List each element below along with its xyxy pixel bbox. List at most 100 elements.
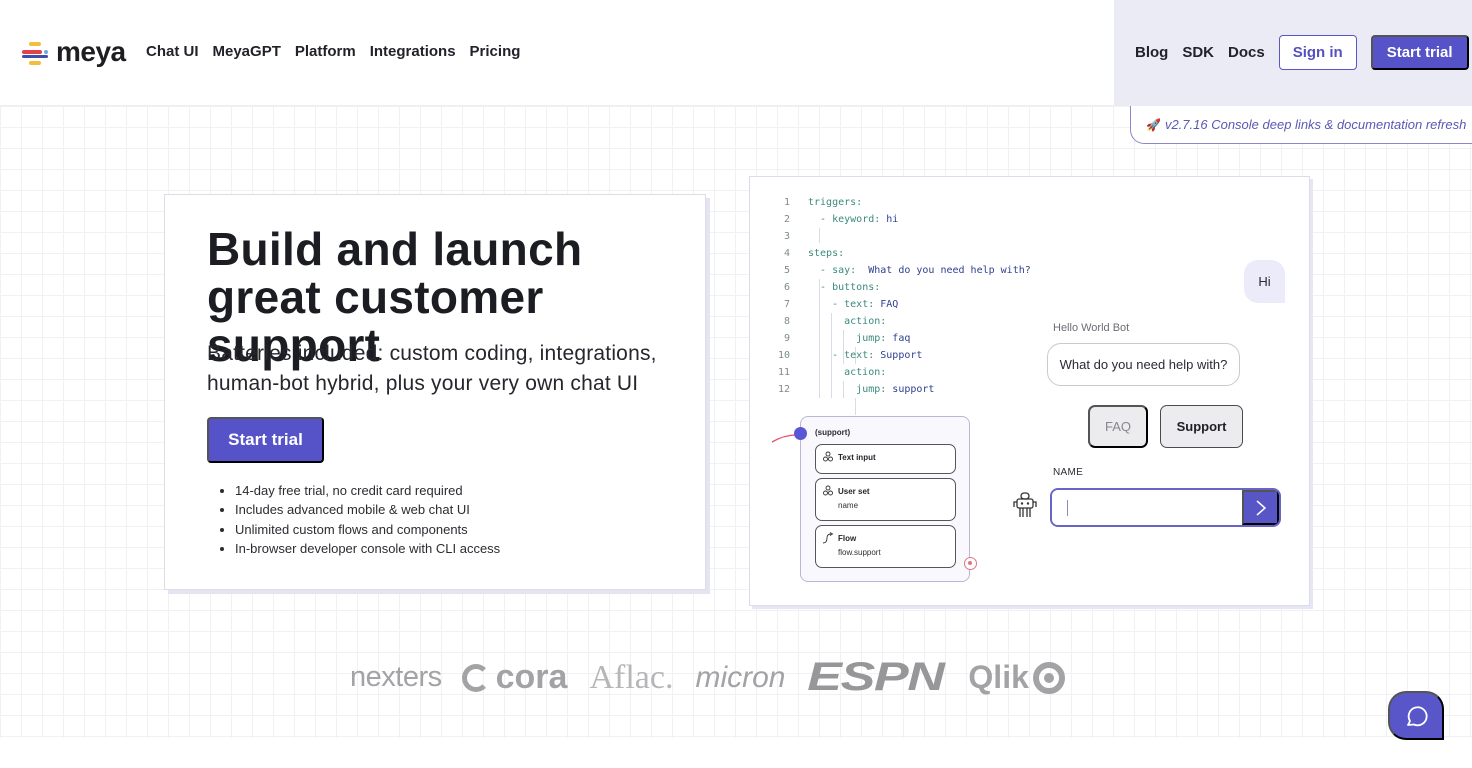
flow-node-text-input[interactable]: Text input [815, 444, 956, 474]
code-key: jump: [856, 384, 887, 395]
feature-item: 14-day free trial, no credit card requir… [235, 481, 500, 500]
bot-message-bubble: What do you need help with? [1047, 343, 1240, 386]
code-line: 5 - say: What do you need help with? [774, 262, 1031, 279]
flow-node-title: User set [838, 487, 870, 496]
rocket-icon: 🚀 [1146, 117, 1161, 132]
hero-subtitle: Batteries included: custom coding, integ… [207, 342, 657, 395]
nav-integrations[interactable]: Integrations [370, 42, 456, 62]
name-field-label: NAME [1053, 467, 1084, 478]
component-icon [823, 451, 833, 462]
flow-node-flow[interactable]: Flow flow.support [815, 525, 956, 568]
nav-chat-ui[interactable]: Chat UI [146, 42, 199, 62]
flow-node-title: Flow [838, 534, 857, 543]
site-header: meya Chat UI MeyaGPT Platform Integratio… [0, 0, 1472, 106]
product-demo-panel: 1 triggers: 2 - keyword: hi 3 4 steps: 5 - say… [749, 176, 1310, 606]
feature-item: In-browser developer console with CLI ac… [235, 539, 500, 558]
line-number: 12 [777, 384, 790, 395]
release-text: v2.7.16 Console deep links & documentati… [1164, 117, 1467, 132]
sign-in-button[interactable]: Sign in [1278, 35, 1357, 70]
logo-micron: micron [695, 660, 786, 694]
line-number: 2 [783, 214, 790, 225]
code-value: support [886, 384, 935, 395]
flow-title: (support) [815, 428, 851, 437]
code-key: - say: [820, 265, 857, 276]
code-line: 2 - keyword: hi [774, 211, 1031, 228]
line-number: 3 [783, 231, 790, 242]
logo-cora: cora [461, 658, 568, 697]
feature-item: Includes advanced mobile & web chat UI [235, 500, 500, 519]
logo-espn: ESPN [807, 655, 946, 699]
code-value: Support [874, 350, 923, 361]
code-line: 9 jump: faq [774, 330, 1031, 347]
flow-node-subtitle: name [838, 501, 859, 510]
name-input-group [1050, 488, 1281, 527]
flow-node-subtitle: flow.support [838, 548, 881, 557]
robot-avatar-icon [1013, 492, 1037, 517]
quick-reply-support[interactable]: Support [1160, 405, 1243, 448]
code-key: action: [844, 367, 887, 378]
code-key: - keyword: [820, 214, 881, 225]
code-key: jump: [856, 333, 887, 344]
code-line: 6 - buttons: [774, 279, 1031, 296]
hero-card: Build and launch great customer support … [164, 194, 706, 590]
code-line: 11 action: [774, 364, 1031, 381]
code-key: action: [844, 316, 887, 327]
code-value: What do you need help with? [856, 265, 1031, 276]
customer-logos: nexters cora Aflac. micron ESPN Qlik [350, 655, 1087, 700]
code-editor: 1 triggers: 2 - keyword: hi 3 4 steps: 5 - say… [774, 194, 1031, 415]
logo-cora-text: cora [495, 658, 568, 696]
nav-docs[interactable]: Docs [1228, 43, 1265, 63]
flow-node-user-set[interactable]: User set name [815, 478, 956, 521]
code-line: 10 - text: Support [774, 347, 1031, 364]
feature-item: Unlimited custom flows and components [235, 520, 500, 539]
release-banner[interactable]: 🚀 v2.7.16 Console deep links & documenta… [1130, 106, 1472, 144]
code-key: - text: [832, 350, 875, 361]
nav-sdk[interactable]: SDK [1182, 43, 1214, 63]
line-number: 4 [783, 248, 790, 259]
code-line: 7 - text: FAQ [774, 296, 1031, 313]
line-number: 7 [783, 299, 790, 310]
logo-qlik-text: Qlik [968, 659, 1029, 695]
flow-diagram[interactable]: (support) Text input User set name Flow … [794, 416, 977, 582]
line-number: 1 [783, 197, 790, 208]
flow-icon [822, 532, 834, 544]
secondary-nav: Blog SDK Docs Sign in Start trial [1135, 35, 1469, 70]
flow-node-title: Text input [838, 453, 876, 462]
send-button[interactable] [1242, 490, 1279, 525]
name-input[interactable] [1052, 490, 1242, 525]
nav-pricing[interactable]: Pricing [470, 42, 521, 62]
line-number: 5 [783, 265, 790, 276]
code-key: - text: [832, 299, 875, 310]
code-line: 12 jump: support [774, 381, 1031, 398]
brand-name: meya [56, 36, 126, 67]
quick-reply-faq[interactable]: FAQ [1088, 405, 1148, 448]
nav-blog[interactable]: Blog [1135, 43, 1168, 63]
nav-meyagpt[interactable]: MeyaGPT [213, 42, 281, 62]
line-number: 9 [783, 333, 790, 344]
flow-entry-point[interactable] [794, 427, 807, 440]
code-key: - buttons: [820, 282, 881, 293]
chevron-right-icon [1256, 499, 1266, 516]
qlik-mark-icon [1032, 661, 1065, 694]
nav-platform[interactable]: Platform [295, 42, 356, 62]
hero-start-trial-button[interactable]: Start trial [207, 417, 324, 463]
flow-exit-point[interactable] [964, 557, 977, 570]
line-number: 10 [777, 350, 790, 361]
code-line: 8 action: [774, 313, 1031, 330]
header-start-trial-button[interactable]: Start trial [1370, 35, 1469, 70]
brand-logo[interactable]: meya [22, 38, 126, 66]
cora-mark-icon [461, 663, 490, 692]
chat-launcher-button[interactable] [1388, 691, 1444, 740]
text-caret [1067, 500, 1068, 516]
code-line: 4 steps: [774, 245, 1031, 262]
bot-name-label: Hello World Bot [1053, 322, 1130, 334]
primary-nav: Chat UI MeyaGPT Platform Integrations Pr… [146, 42, 520, 62]
